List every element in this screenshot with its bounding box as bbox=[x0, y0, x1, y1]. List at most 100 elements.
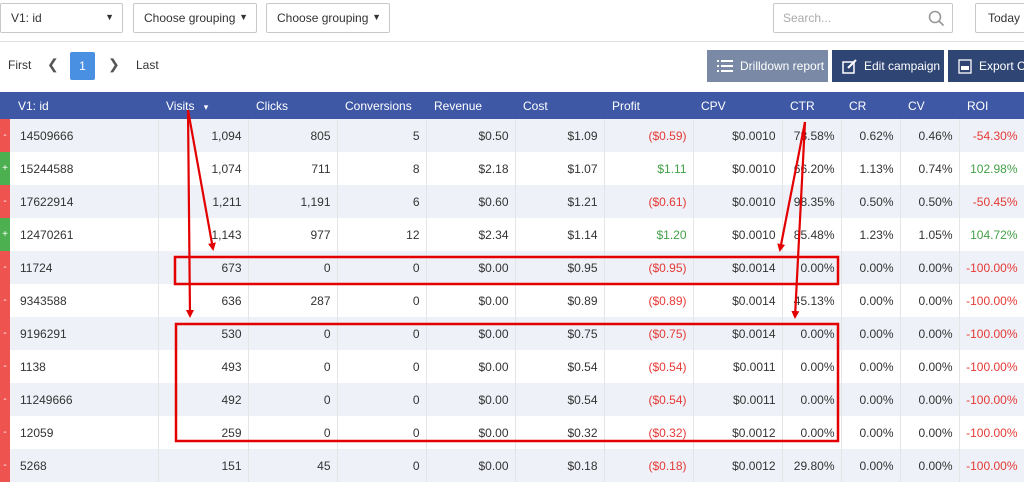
cell-cpv: $0.0012 bbox=[693, 449, 783, 482]
search-placeholder: Search... bbox=[783, 11, 832, 25]
collapse-minus-icon[interactable]: - bbox=[0, 449, 10, 482]
cell-ctr: 0.00% bbox=[782, 350, 842, 383]
cell-cpv: $0.0010 bbox=[693, 218, 783, 251]
table-row[interactable]: -9196291 530 0 0 $0.00 $0.75 ($0.75) $0.0014 0.0… bbox=[0, 317, 1024, 350]
header-conversions[interactable]: Conversions bbox=[337, 92, 426, 119]
header-roi[interactable]: ROI bbox=[959, 92, 1024, 119]
cell-cv: 0.00% bbox=[900, 416, 960, 449]
cell-cpv: $0.0010 bbox=[693, 152, 783, 185]
cell-cv: 0.74% bbox=[900, 152, 960, 185]
cell-ctr: 0.00% bbox=[782, 383, 842, 416]
cell-revenue: $2.18 bbox=[426, 152, 516, 185]
cell-cpv: $0.0011 bbox=[693, 383, 783, 416]
cell-cpv: $0.0014 bbox=[693, 251, 783, 284]
cell-cost: $1.07 bbox=[515, 152, 605, 185]
expand-plus-icon[interactable]: + bbox=[0, 152, 10, 185]
cell-conversions: 0 bbox=[337, 416, 427, 449]
chevron-right-icon[interactable]: ❯ bbox=[108, 56, 120, 73]
header-label: CR bbox=[849, 98, 867, 113]
table-row[interactable]: +12470261 1,143 977 12 $2.34 $1.14 $1.20 $0.001… bbox=[0, 218, 1024, 251]
cell-conversions: 0 bbox=[337, 449, 427, 482]
grouping-select-2-label: Choose grouping bbox=[144, 11, 236, 25]
date-range-select[interactable]: Today bbox=[975, 3, 1024, 33]
collapse-minus-icon[interactable]: - bbox=[0, 383, 10, 416]
table-row[interactable]: -14509666 1,094 805 5 $0.50 $1.09 ($0.59) $0.00… bbox=[0, 119, 1024, 152]
cell-cost: $0.18 bbox=[515, 449, 605, 482]
cell-cr: 0.50% bbox=[841, 185, 901, 218]
chevron-left-icon[interactable]: ❮ bbox=[47, 56, 59, 73]
cell-visits: 530 bbox=[158, 317, 249, 350]
table-row[interactable]: -9343588 636 287 0 $0.00 $0.89 ($0.89) $0.0014 4… bbox=[0, 284, 1024, 317]
cell-id[interactable]: 9196291 bbox=[10, 317, 159, 350]
header-cr[interactable]: CR bbox=[841, 92, 900, 119]
expand-plus-icon[interactable]: + bbox=[0, 218, 10, 251]
edit-icon bbox=[842, 58, 857, 74]
table-row[interactable]: -11249666 492 0 0 $0.00 $0.54 ($0.54) $0.0011 0.… bbox=[0, 383, 1024, 416]
header-clicks[interactable]: Clicks bbox=[248, 92, 337, 119]
cell-cv: 0.50% bbox=[900, 185, 960, 218]
cell-id[interactable]: 14509666 bbox=[10, 119, 159, 152]
cell-ctr: 0.00% bbox=[782, 251, 842, 284]
edit-campaign-button[interactable]: Edit campaign bbox=[832, 50, 944, 82]
cell-cost: $0.95 bbox=[515, 251, 605, 284]
collapse-minus-icon[interactable]: - bbox=[0, 119, 10, 152]
cell-cv: 0.00% bbox=[900, 251, 960, 284]
cell-cpv: $0.0010 bbox=[693, 185, 783, 218]
cell-cr: 1.13% bbox=[841, 152, 901, 185]
collapse-minus-icon[interactable]: - bbox=[0, 350, 10, 383]
filter-bar: V1: id ▼ Choose grouping ▼ Choose groupi… bbox=[0, 0, 1024, 42]
header-label: Profit bbox=[612, 98, 641, 113]
cell-id[interactable]: 12470261 bbox=[10, 218, 159, 251]
cell-ctr: 66.20% bbox=[782, 152, 842, 185]
cell-profit: $1.20 bbox=[604, 218, 694, 251]
table-row[interactable]: +15244588 1,074 711 8 $2.18 $1.07 $1.11 $0.0010… bbox=[0, 152, 1024, 185]
header-profit[interactable]: Profit bbox=[604, 92, 693, 119]
collapse-minus-icon[interactable]: - bbox=[0, 251, 10, 284]
current-page-button[interactable]: 1 bbox=[70, 52, 95, 80]
drilldown-report-button[interactable]: Drilldown report bbox=[707, 50, 828, 82]
table-header-row: V1: id Visits ▾ Clicks Conversions Reven… bbox=[0, 92, 1024, 119]
cell-visits: 1,094 bbox=[158, 119, 249, 152]
cell-cr: 0.62% bbox=[841, 119, 901, 152]
header-id[interactable]: V1: id bbox=[0, 92, 158, 119]
cell-id[interactable]: 11724 bbox=[10, 251, 159, 284]
cell-id[interactable]: 15244588 bbox=[10, 152, 159, 185]
collapse-minus-icon[interactable]: - bbox=[0, 317, 10, 350]
dropdown-arrow-icon: ▼ bbox=[239, 12, 248, 22]
cell-id[interactable]: 1138 bbox=[10, 350, 159, 383]
table-row[interactable]: -12059 259 0 0 $0.00 $0.32 ($0.32) $0.0012 0.00%… bbox=[0, 416, 1024, 449]
search-input[interactable]: Search... bbox=[773, 3, 953, 33]
table-row[interactable]: -11724 673 0 0 $0.00 $0.95 ($0.95) $0.0014 0.00%… bbox=[0, 251, 1024, 284]
grouping-select-3[interactable]: Choose grouping ▼ bbox=[266, 3, 390, 33]
export-csv-button[interactable]: Export C bbox=[948, 50, 1024, 82]
cell-visits: 493 bbox=[158, 350, 249, 383]
cell-id[interactable]: 11249666 bbox=[10, 383, 159, 416]
header-ctr[interactable]: CTR bbox=[782, 92, 841, 119]
collapse-minus-icon[interactable]: - bbox=[0, 284, 10, 317]
cell-clicks: 0 bbox=[248, 416, 338, 449]
table-row[interactable]: -1138 493 0 0 $0.00 $0.54 ($0.54) $0.0011 0.00% 0… bbox=[0, 350, 1024, 383]
cell-id[interactable]: 5268 bbox=[10, 449, 159, 482]
header-cost[interactable]: Cost bbox=[515, 92, 604, 119]
table-row[interactable]: -5268 151 45 0 $0.00 $0.18 ($0.18) $0.0012 29.80… bbox=[0, 449, 1024, 482]
cell-id[interactable]: 12059 bbox=[10, 416, 159, 449]
cell-conversions: 12 bbox=[337, 218, 427, 251]
cell-profit: ($0.95) bbox=[604, 251, 694, 284]
cell-conversions: 0 bbox=[337, 284, 427, 317]
cell-clicks: 0 bbox=[248, 317, 338, 350]
grouping-select-2[interactable]: Choose grouping ▼ bbox=[133, 3, 257, 33]
table-row[interactable]: -17622914 1,211 1,191 6 $0.60 $1.21 ($0.61) $0.… bbox=[0, 185, 1024, 218]
header-cv[interactable]: CV bbox=[900, 92, 959, 119]
cell-roi: 104.72% bbox=[959, 218, 1024, 251]
collapse-minus-icon[interactable]: - bbox=[0, 416, 10, 449]
header-cpv[interactable]: CPV bbox=[693, 92, 782, 119]
cell-id[interactable]: 17622914 bbox=[10, 185, 159, 218]
first-page-link[interactable]: First bbox=[8, 58, 31, 72]
last-page-link[interactable]: Last bbox=[136, 58, 159, 72]
header-visits[interactable]: Visits ▾ bbox=[158, 92, 248, 119]
grouping-select-1[interactable]: V1: id ▼ bbox=[0, 3, 123, 33]
collapse-minus-icon[interactable]: - bbox=[0, 185, 10, 218]
cell-cost: $1.21 bbox=[515, 185, 605, 218]
cell-id[interactable]: 9343588 bbox=[10, 284, 159, 317]
header-revenue[interactable]: Revenue bbox=[426, 92, 515, 119]
